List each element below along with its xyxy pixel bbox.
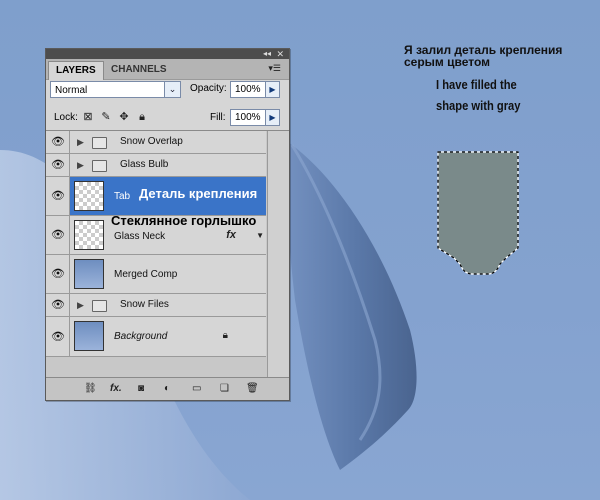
chevron-right-icon[interactable]: ▶ — [265, 82, 279, 97]
layer-thumbnail — [74, 321, 104, 351]
expand-triangle-icon[interactable]: ▶ — [77, 299, 84, 311]
blend-mode-select[interactable]: Normal ⌄ — [50, 81, 181, 98]
folder-icon — [92, 160, 107, 172]
lock-label: Lock: — [54, 112, 78, 123]
adjustment-icon[interactable]: ◐ — [164, 383, 170, 395]
russian-annotation: Я залил деталь крепления серым цветом — [404, 43, 563, 69]
layer-name: Tab — [114, 191, 131, 202]
panel-bottom-bar: ⛓︎ fx. ◙ ◐ ▭ ❏ 🗑︎ — [46, 377, 289, 400]
folder-icon — [92, 137, 107, 149]
layer-name: Snow Files — [120, 299, 169, 310]
fill-field[interactable]: 100% ▶ — [230, 109, 280, 126]
layer-thumbnail — [74, 181, 104, 211]
panel-menu-icon[interactable]: ▾☰ — [268, 63, 281, 74]
fx-badge[interactable]: fx — [226, 229, 236, 241]
eye-icon: 👁︎ — [51, 229, 65, 241]
lock-all-icon[interactable]: 🔒︎ — [136, 111, 148, 123]
blend-mode-value: Normal — [55, 85, 88, 96]
eye-icon: 👁︎ — [51, 330, 65, 343]
layer-thumbnail — [74, 220, 104, 250]
lock-row: Lock: ⊠ ✎ ✥ 🔒︎ Fill: 100% ▶ — [50, 109, 285, 127]
visibility-toggle[interactable]: 👁︎ — [46, 216, 70, 254]
visibility-toggle[interactable]: 👁︎ — [46, 317, 70, 356]
chevron-down-icon[interactable]: ⌄ — [164, 82, 180, 97]
expand-triangle-icon[interactable]: ▶ — [77, 136, 84, 148]
layer-thumbnail — [74, 259, 104, 289]
expand-triangle-icon[interactable]: ▶ — [77, 159, 84, 171]
visibility-toggle[interactable]: 👁︎ — [46, 154, 70, 176]
glass-neck-overlay-label: Стеклянное горлышко — [111, 213, 257, 228]
layers-scrollbar[interactable] — [267, 131, 289, 378]
eye-icon: 👁︎ — [51, 268, 65, 280]
layers-list: 👁︎ ▶ Snow Overlap 👁︎ ▶ Glass Bulb 👁︎ Tab… — [46, 130, 289, 378]
opacity-label: Opacity: — [190, 83, 227, 94]
tab-channels[interactable]: CHANNELS — [104, 61, 174, 79]
chevron-down-icon[interactable]: ▼ — [256, 231, 264, 240]
layer-name: Merged Comp — [114, 269, 178, 280]
tab-layer-overlay-label: Деталь крепления — [139, 186, 258, 201]
tab-layers[interactable]: LAYERS — [48, 61, 104, 80]
eye-icon: 👁︎ — [51, 136, 65, 148]
opacity-value: 100% — [235, 84, 261, 95]
mask-icon[interactable]: ◙ — [138, 383, 144, 395]
panel-titlebar[interactable]: ◂◂ ✕ — [46, 49, 289, 59]
link-icon[interactable]: ⛓︎ — [84, 383, 97, 395]
lock-paint-icon[interactable]: ✎ — [100, 111, 112, 123]
layer-name: Background — [114, 331, 168, 342]
eye-icon: 👁︎ — [51, 159, 65, 171]
collapse-icon[interactable]: ◂◂ — [263, 49, 271, 59]
layer-row[interactable]: 👁︎ Merged Comp — [46, 255, 266, 294]
eye-icon: 👁︎ — [51, 190, 65, 202]
fill-value: 100% — [235, 112, 261, 123]
layer-name: Glass Neck — [114, 231, 166, 242]
layer-name: Glass Bulb — [120, 159, 169, 170]
lock-transparency-icon[interactable]: ⊠ — [82, 111, 94, 123]
layer-row[interactable]: 👁︎ Background 🔒︎ — [46, 317, 266, 357]
lock-position-icon[interactable]: ✥ — [118, 111, 130, 123]
fx-icon[interactable]: fx. — [110, 383, 122, 395]
blend-row: Normal ⌄ Opacity: 100% ▶ — [50, 81, 285, 101]
panel-tabs: LAYERS CHANNELS ▾☰ — [46, 59, 289, 80]
layer-row[interactable]: 👁︎ ▶ Snow Files — [46, 294, 266, 317]
glass-bulb-edge — [285, 140, 417, 470]
layer-name: Snow Overlap — [120, 136, 183, 147]
layer-row[interactable]: 👁︎ ▶ Snow Overlap — [46, 131, 266, 154]
opacity-field[interactable]: 100% ▶ — [230, 81, 280, 98]
visibility-toggle[interactable]: 👁︎ — [46, 294, 70, 316]
layer-row[interactable]: 👁︎ ▶ Glass Bulb — [46, 154, 266, 177]
trash-icon[interactable]: 🗑︎ — [246, 383, 259, 395]
visibility-toggle[interactable]: 👁︎ — [46, 131, 70, 153]
visibility-toggle[interactable]: 👁︎ — [46, 255, 70, 293]
english-annotation: I have filled the shape with gray — [436, 77, 521, 113]
fill-label: Fill: — [210, 112, 226, 123]
lock-icon: 🔒︎ — [222, 330, 228, 341]
folder-icon — [92, 300, 107, 312]
new-layer-icon[interactable]: ❏ — [220, 383, 229, 395]
chevron-right-icon[interactable]: ▶ — [265, 110, 279, 125]
visibility-toggle[interactable]: 👁︎ — [46, 177, 70, 215]
eye-icon: 👁︎ — [51, 299, 65, 311]
folder-icon[interactable]: ▭ — [192, 383, 201, 395]
gray-shape — [437, 151, 519, 275]
close-icon[interactable]: ✕ — [276, 49, 284, 59]
